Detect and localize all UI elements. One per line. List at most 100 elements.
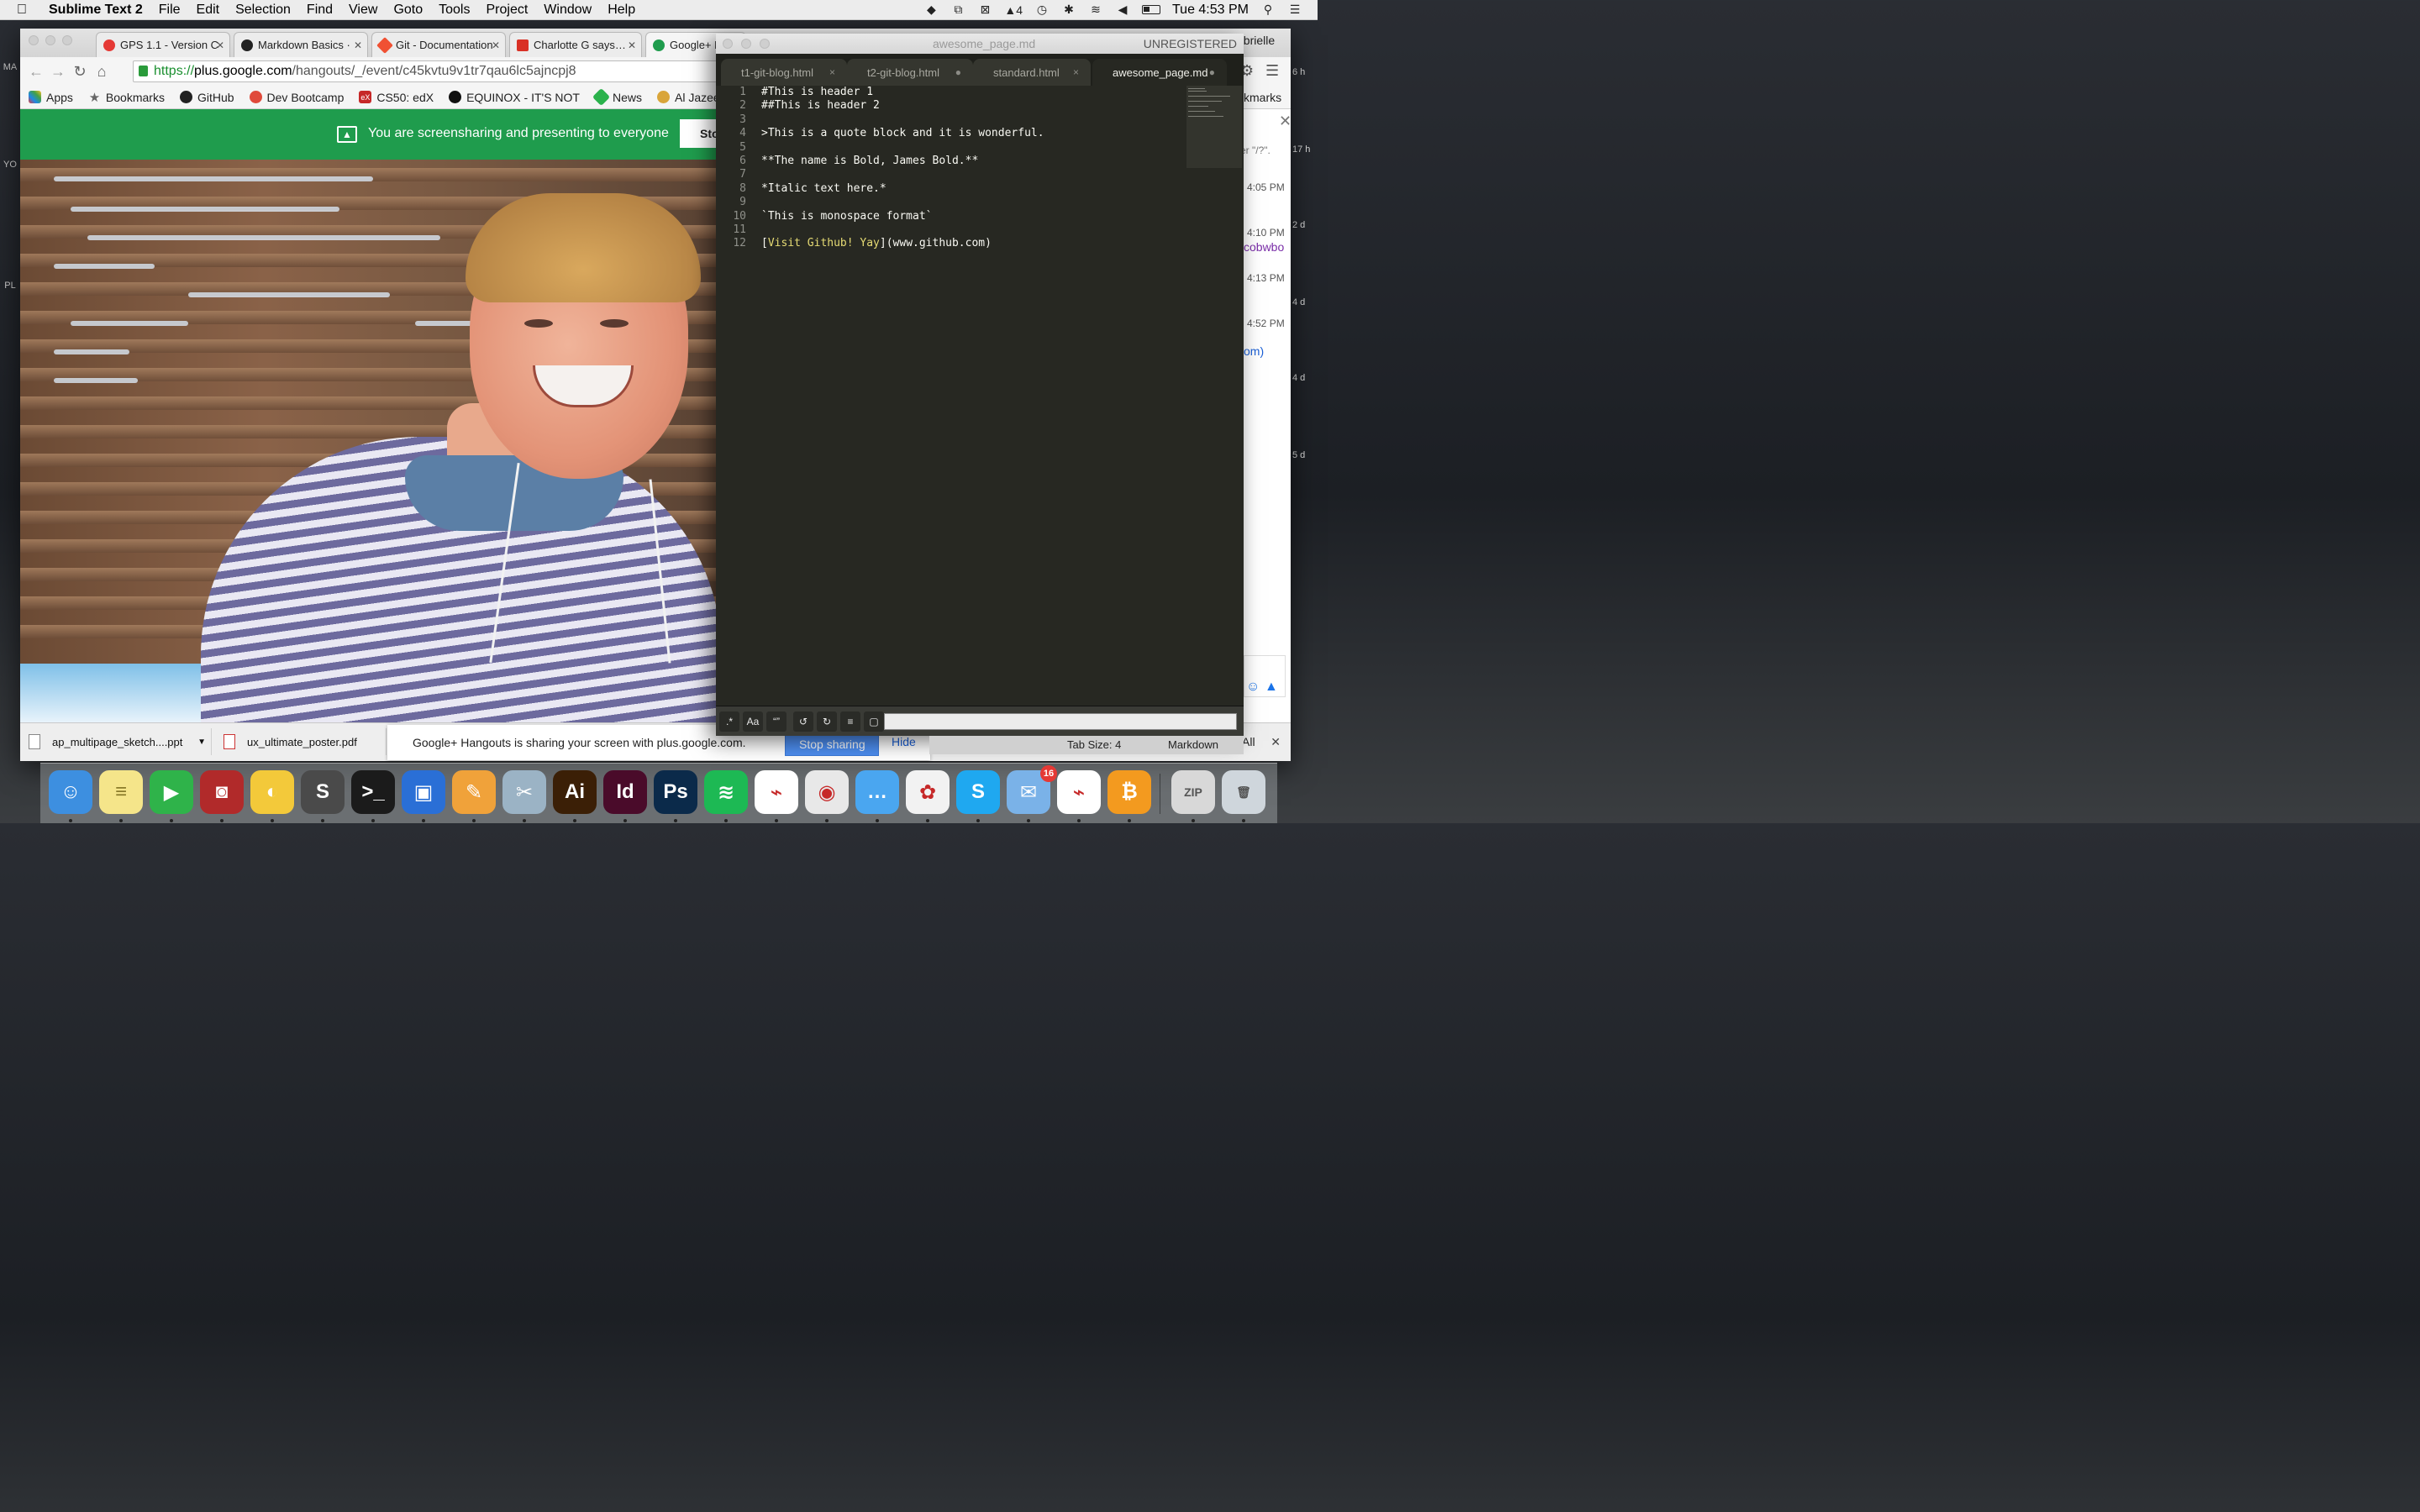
dock-mail-icon[interactable]: ✉ 16 <box>1007 765 1057 814</box>
chrome-tab[interactable]: Markdown Basics · ✕ <box>234 32 368 57</box>
dock-spotify-icon[interactable]: ≋ <box>704 770 748 814</box>
dock-photoshop-icon[interactable]: Ps <box>654 770 697 814</box>
dock-trash-icon[interactable]: 🗑 <box>1222 770 1265 814</box>
dock-bitcoin-icon[interactable]: ₿ <box>1107 770 1151 814</box>
notification-center-icon[interactable]: ☰ <box>1287 3 1302 17</box>
screen-share-icon[interactable]: ⧉ <box>950 3 965 17</box>
adobe-icon[interactable]: ▲ 4 <box>1004 3 1023 17</box>
chrome-tab[interactable]: Charlotte G says… ✕ <box>509 32 642 57</box>
chat-compose-box[interactable]: ☺ ▲ <box>1244 655 1286 697</box>
tab-close-icon[interactable]: × <box>1073 66 1079 78</box>
reload-icon[interactable]: ↻ <box>69 63 91 81</box>
clock[interactable]: Tue 4:53 PM <box>1172 3 1249 18</box>
menu-window[interactable]: Window <box>544 3 592 18</box>
tab-close-icon[interactable]: ✕ <box>216 39 224 51</box>
bookmark-apps[interactable]: Apps <box>29 91 73 104</box>
unsaved-dot-icon[interactable]: ● <box>955 66 961 78</box>
dock-skype-icon[interactable]: S <box>956 770 1000 814</box>
tab-close-icon[interactable]: ✕ <box>628 39 636 51</box>
chrome-menu-icon[interactable]: ☰ <box>1265 62 1279 80</box>
bookmark-cs50[interactable]: eX CS50: edX <box>359 91 434 104</box>
editor-tab[interactable]: t1-git-blog.html × <box>721 59 847 86</box>
menu-app-name[interactable]: Sublime Text 2 <box>49 3 143 18</box>
dropbox-icon[interactable]: ◆ <box>923 3 939 17</box>
dock-photos-icon[interactable]: ✿ <box>906 770 950 814</box>
apple-menu-icon[interactable]:  <box>17 3 34 18</box>
tab-close-icon[interactable]: ✕ <box>354 39 362 51</box>
dock-screen-sharing-icon[interactable]: ▣ <box>402 770 445 814</box>
menu-help[interactable]: Help <box>608 3 635 18</box>
chat-link[interactable]: om) <box>1244 344 1264 358</box>
dock-chrome-icon[interactable]: ◉ <box>805 770 849 814</box>
chevron-down-icon[interactable]: ▼ <box>197 738 206 747</box>
bookmark-bookmarks[interactable]: ★ Bookmarks <box>88 91 165 105</box>
wifi-icon[interactable]: ≋ <box>1088 3 1103 17</box>
home-icon[interactable]: ⌂ <box>91 63 113 81</box>
code-editor[interactable]: #This is header 1 ##This is header 2 >Th… <box>761 86 1181 732</box>
dock-photo-booth-icon[interactable]: ◙ <box>200 770 244 814</box>
dock-notes-icon[interactable]: ≡ <box>99 770 143 814</box>
regex-toggle[interactable]: .* <box>719 711 739 732</box>
editor-tab[interactable]: standard.html × <box>973 59 1091 86</box>
highlight-matches-icon[interactable]: ▢ <box>864 711 884 732</box>
download-item[interactable]: ux_ultimate_poster.pdf <box>218 728 387 755</box>
forward-arrow-icon[interactable]: → <box>47 63 69 81</box>
time-machine-icon[interactable]: ◷ <box>1034 3 1050 17</box>
editor-tab[interactable]: t2-git-blog.html ● <box>847 59 973 86</box>
back-arrow-icon[interactable]: ← <box>25 63 47 81</box>
chat-link[interactable]: cobwbo <box>1244 240 1284 254</box>
window-zoom-button[interactable] <box>760 39 770 49</box>
menu-tools[interactable]: Tools <box>439 3 470 18</box>
hide-notice-button[interactable]: Hide <box>892 735 916 748</box>
download-item[interactable]: ap_multipage_sketch....ppt ▼ <box>29 728 212 755</box>
tab-close-icon[interactable]: ✕ <box>492 39 500 51</box>
emoji-icon[interactable]: ☺ <box>1246 680 1260 695</box>
tab-close-icon[interactable]: × <box>829 66 835 78</box>
dock-preview-icon[interactable]: ✂ <box>502 770 546 814</box>
syntax-indicator[interactable]: Markdown <box>1168 738 1218 751</box>
editor-tab-active[interactable]: awesome_page.md ● <box>1092 59 1227 86</box>
close-box-icon[interactable]: ⊠ <box>977 3 992 17</box>
bookmark-equinox[interactable]: EQUINOX - IT'S NOT <box>449 91 580 104</box>
dock-pages-icon[interactable]: ✎ <box>452 770 496 814</box>
menu-goto[interactable]: Goto <box>393 3 423 18</box>
bookmark-github[interactable]: GitHub <box>179 91 234 104</box>
menu-project[interactable]: Project <box>486 3 528 18</box>
case-sensitive-toggle[interactable]: Aa <box>743 711 763 732</box>
unsaved-dot-icon[interactable]: ● <box>1209 66 1215 78</box>
bookmark-dev-bootcamp[interactable]: Dev Bootcamp <box>249 91 344 104</box>
dock-indesign-icon[interactable]: Id <box>603 770 647 814</box>
menu-file[interactable]: File <box>159 3 181 18</box>
in-selection-icon[interactable]: ≡ <box>840 711 860 732</box>
dock-finder-icon[interactable]: ☺ <box>49 770 92 814</box>
minimap[interactable] <box>1186 86 1242 168</box>
bookmark-news[interactable]: News <box>592 87 642 107</box>
find-input[interactable] <box>884 713 1237 730</box>
whole-word-toggle[interactable]: “” <box>766 711 786 732</box>
battery-icon[interactable] <box>1141 5 1160 14</box>
window-close-button[interactable] <box>723 39 733 49</box>
dock-messages-icon[interactable]: … <box>855 770 899 814</box>
dock-facetime-icon[interactable]: ▶ <box>150 770 193 814</box>
show-all-downloads-link[interactable]: All <box>1242 735 1255 748</box>
tab-size-indicator[interactable]: Tab Size: 4 <box>1067 738 1121 751</box>
menu-view[interactable]: View <box>349 3 377 18</box>
chrome-tab[interactable]: Git - Documentation ✕ <box>371 32 506 57</box>
window-minimize-button[interactable] <box>45 35 55 45</box>
add-photo-icon[interactable]: ▲ <box>1265 680 1278 695</box>
window-minimize-button[interactable] <box>741 39 751 49</box>
window-zoom-button[interactable] <box>62 35 72 45</box>
bookmarks-overflow[interactable]: kmarks <box>1244 91 1281 104</box>
dock-acrobat-reader-icon[interactable]: ⌁ <box>1057 770 1101 814</box>
menu-find[interactable]: Find <box>307 3 333 18</box>
dock-illustrator-icon[interactable]: Ai <box>553 770 597 814</box>
reverse-wrap-icon[interactable]: ↻ <box>817 711 837 732</box>
dock-terminal-icon[interactable]: >_ <box>351 770 395 814</box>
close-icon[interactable]: ✕ <box>1279 113 1292 130</box>
dock-sublime-text-icon[interactable]: S <box>301 770 345 814</box>
menu-selection[interactable]: Selection <box>235 3 291 18</box>
dock-acrobat-icon[interactable]: ⌁ <box>755 770 798 814</box>
spotlight-search-icon[interactable]: ⚲ <box>1260 3 1276 17</box>
window-close-button[interactable] <box>29 35 39 45</box>
wrap-icon[interactable]: ↺ <box>793 711 813 732</box>
